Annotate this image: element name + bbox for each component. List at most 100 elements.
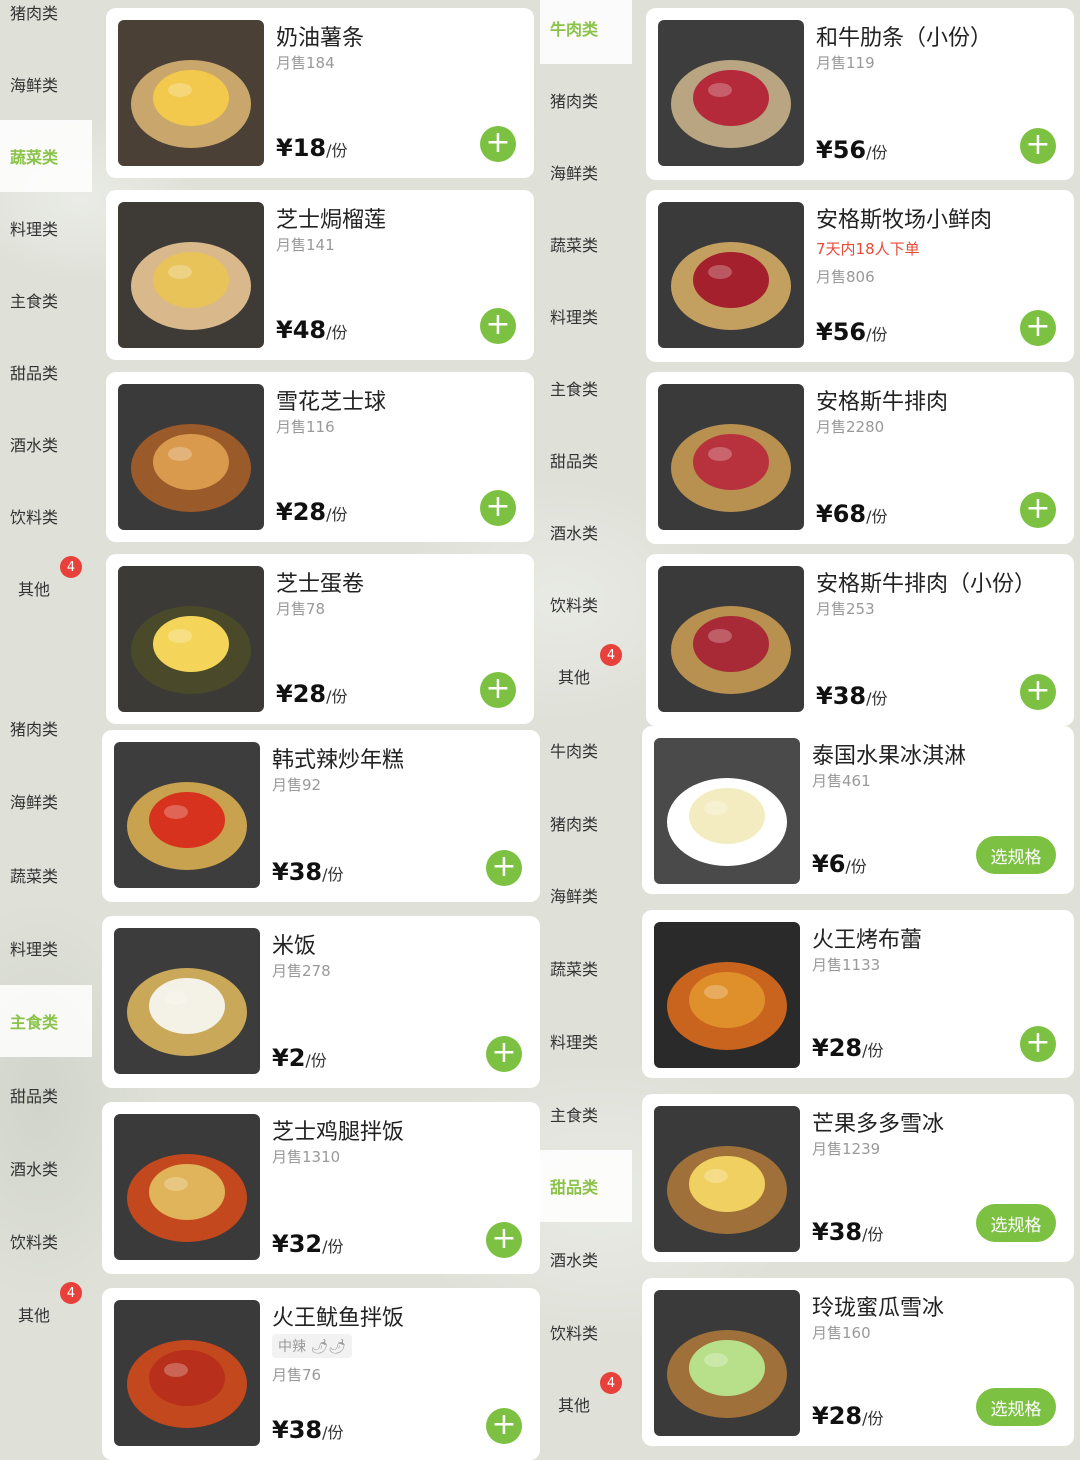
item-name: 雪花芝士球 (276, 390, 387, 415)
sidebar-category[interactable]: 牛肉类 (540, 0, 632, 64)
add-to-cart-button[interactable]: + (486, 850, 522, 886)
menu-item-card[interactable]: 米饭 月售278 ¥2/份 + (102, 916, 540, 1088)
food-photo[interactable] (114, 1114, 260, 1260)
choose-spec-button[interactable]: 选规格 (976, 1204, 1056, 1242)
sidebar-category[interactable]: 猪肉类 (540, 787, 632, 859)
food-photo[interactable] (114, 1300, 260, 1446)
food-photo[interactable] (118, 202, 264, 348)
add-to-cart-button[interactable]: + (480, 308, 516, 344)
item-name: 芝士鸡腿拌饭 (272, 1120, 405, 1145)
sidebar-category[interactable]: 主食类 (540, 1078, 632, 1150)
menu-item-card[interactable]: 奶油薯条 月售184 ¥18/份 + (106, 8, 534, 178)
sidebar-category[interactable]: 牛肉类 (540, 714, 632, 786)
food-photo[interactable] (658, 566, 804, 712)
sidebar-category[interactable]: 蔬菜类 (540, 932, 632, 1004)
sidebar-category[interactable]: 海鲜类 (0, 765, 92, 837)
add-to-cart-button[interactable]: + (1020, 1026, 1056, 1062)
sidebar-category[interactable]: 蔬菜类 (0, 120, 92, 192)
menu-item-card[interactable]: 芝士鸡腿拌饭 月售1310 ¥32/份 + (102, 1102, 540, 1274)
sidebar-category[interactable]: 其他 4 (0, 1278, 92, 1350)
sidebar-category[interactable]: 蔬菜类 (540, 208, 632, 280)
sidebar-category[interactable]: 猪肉类 (540, 64, 632, 136)
item-price: ¥28/份 (812, 1034, 884, 1062)
add-to-cart-button[interactable]: + (486, 1408, 522, 1444)
menu-item-card[interactable]: 安格斯牛排肉（小份） 月售253 ¥38/份 + (646, 554, 1074, 726)
add-to-cart-button[interactable]: + (480, 672, 516, 708)
add-to-cart-button[interactable]: + (1020, 492, 1056, 528)
sidebar-category[interactable]: 其他 4 (540, 1368, 632, 1440)
food-photo[interactable] (114, 928, 260, 1074)
price-unit: /份 (866, 689, 888, 708)
sidebar-category[interactable]: 其他 4 (0, 552, 92, 624)
food-photo[interactable] (654, 738, 800, 884)
menu-item-card[interactable]: 雪花芝士球 月售116 ¥28/份 + (106, 372, 534, 542)
item-price: ¥18/份 (276, 134, 348, 162)
sidebar-category[interactable]: 甜品类 (0, 336, 92, 408)
menu-item-card[interactable]: 安格斯牧场小鲜肉 7天内18人下单 月售806 ¥56/份 + (646, 190, 1074, 362)
sidebar-category[interactable]: 饮料类 (540, 1296, 632, 1368)
choose-spec-button[interactable]: 选规格 (976, 836, 1056, 874)
sidebar-category-label: 主食类 (10, 292, 59, 311)
sidebar-category[interactable]: 料理类 (540, 1005, 632, 1077)
sidebar-category[interactable]: 甜品类 (0, 1059, 92, 1131)
food-photo[interactable] (658, 384, 804, 530)
add-to-cart-button[interactable]: + (486, 1036, 522, 1072)
sidebar-category[interactable]: 料理类 (0, 912, 92, 984)
food-photo[interactable] (654, 1290, 800, 1436)
sidebar-category[interactable]: 饮料类 (540, 568, 632, 640)
menu-item-card[interactable]: 火王烤布蕾 月售1133 ¥28/份 + (642, 910, 1074, 1078)
menu-item-card[interactable]: 和牛肋条（小份） 月售119 ¥56/份 + (646, 8, 1074, 180)
sidebar-category-label: 蔬菜类 (10, 148, 59, 167)
price-value: ¥28 (812, 1402, 863, 1430)
food-photo[interactable] (114, 742, 260, 888)
food-photo[interactable] (118, 384, 264, 530)
sidebar-category-label: 蔬菜类 (550, 960, 599, 980)
menu-item-card[interactable]: 芒果多多雪冰 月售1239 ¥38/份 选规格 (642, 1094, 1074, 1262)
monthly-sales: 月售141 (276, 236, 335, 254)
sidebar-category-label: 甜品类 (10, 1086, 59, 1106)
menu-item-card[interactable]: 芝士焗榴莲 月售141 ¥48/份 + (106, 190, 534, 360)
sidebar-category[interactable]: 海鲜类 (540, 859, 632, 931)
sidebar-category[interactable]: 酒水类 (0, 408, 92, 480)
add-to-cart-button[interactable]: + (1020, 310, 1056, 346)
menu-item-card[interactable]: 芝士蛋卷 月售78 ¥28/份 + (106, 554, 534, 724)
sidebar-category[interactable]: 料理类 (540, 280, 632, 352)
sidebar-category[interactable]: 甜品类 (540, 1150, 632, 1223)
sidebar-category[interactable]: 酒水类 (540, 496, 632, 568)
sidebar-category[interactable]: 海鲜类 (540, 136, 632, 208)
sidebar-category-label: 蔬菜类 (10, 866, 59, 886)
sidebar-category[interactable]: 猪肉类 (0, 692, 92, 764)
sidebar-category[interactable]: 饮料类 (0, 1205, 92, 1277)
food-photo[interactable] (654, 1106, 800, 1252)
food-photo[interactable] (118, 20, 264, 166)
sidebar-category[interactable]: 甜品类 (540, 424, 632, 496)
food-photo[interactable] (654, 922, 800, 1068)
sidebar-category[interactable]: 料理类 (0, 192, 92, 264)
sidebar-category[interactable]: 主食类 (0, 264, 92, 336)
plus-icon: + (485, 125, 511, 160)
food-photo[interactable] (658, 202, 804, 348)
sidebar-category[interactable]: 海鲜类 (0, 48, 92, 120)
menu-item-card[interactable]: 安格斯牛排肉 月售2280 ¥68/份 + (646, 372, 1074, 544)
menu-item-card[interactable]: 玲珑蜜瓜雪冰 月售160 ¥28/份 选规格 (642, 1278, 1074, 1446)
add-to-cart-button[interactable]: + (1020, 128, 1056, 164)
food-photo[interactable] (118, 566, 264, 712)
add-to-cart-button[interactable]: + (480, 490, 516, 526)
sidebar-category[interactable]: 猪肉类 (0, 0, 92, 48)
sidebar-category[interactable]: 酒水类 (540, 1223, 632, 1295)
add-to-cart-button[interactable]: + (480, 126, 516, 162)
food-photo[interactable] (658, 20, 804, 166)
sidebar-category[interactable]: 其他 4 (540, 640, 632, 712)
choose-spec-button[interactable]: 选规格 (976, 1388, 1056, 1426)
sidebar-category[interactable]: 饮料类 (0, 480, 92, 552)
sidebar-category[interactable]: 主食类 (0, 985, 92, 1058)
add-to-cart-button[interactable]: + (486, 1222, 522, 1258)
menu-item-card[interactable]: 韩式辣炒年糕 月售92 ¥38/份 + (102, 730, 540, 902)
sidebar-category[interactable]: 酒水类 (0, 1132, 92, 1204)
add-to-cart-button[interactable]: + (1020, 674, 1056, 710)
menu-item-card[interactable]: 泰国水果冰淇淋 月售461 ¥6/份 选规格 (642, 726, 1074, 894)
menu-item-card[interactable]: 火王鱿鱼拌饭 中辣 🌶🌶 月售76 ¥38/份 + (102, 1288, 540, 1460)
sidebar-category-label: 酒水类 (10, 1159, 59, 1179)
sidebar-category[interactable]: 蔬菜类 (0, 839, 92, 911)
sidebar-category[interactable]: 主食类 (540, 352, 632, 424)
